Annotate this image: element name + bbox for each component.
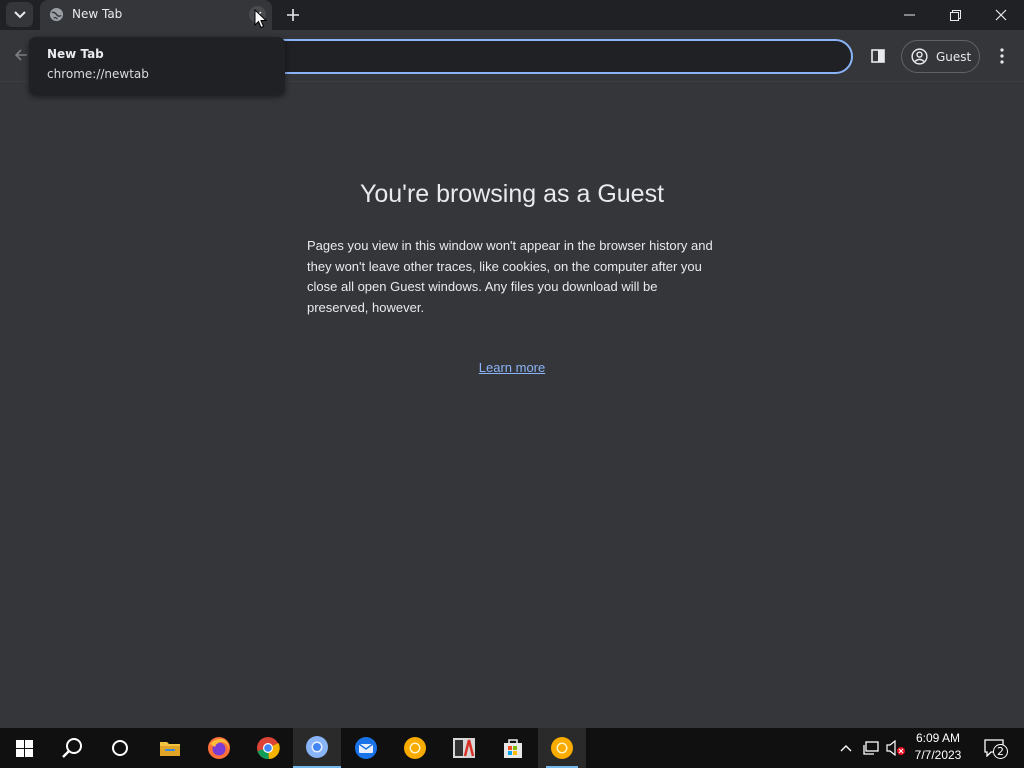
taskbar-clock[interactable]: 6:09 AM 7/7/2023: [910, 730, 966, 764]
learn-more-link-text[interactable]: Learn more: [479, 360, 545, 375]
network-tray-button[interactable]: [860, 728, 882, 768]
chrome-icon: [257, 737, 280, 760]
tab-search-button[interactable]: [6, 2, 33, 27]
chrome-canary-icon: [551, 737, 573, 759]
learn-more-link: Learn more: [0, 360, 1024, 375]
side-panel-button[interactable]: [866, 44, 890, 68]
guest-description: Pages you view in this window won't appe…: [307, 238, 713, 315]
typora-icon: [453, 738, 475, 758]
profile-button[interactable]: Guest: [901, 40, 980, 73]
taskbar-chrome-active[interactable]: [293, 728, 341, 768]
taskbar-chrome[interactable]: [244, 728, 292, 768]
hover-card-url: chrome://newtab: [47, 67, 149, 81]
cortana-icon: [112, 740, 128, 756]
hover-card-title: New Tab: [47, 47, 104, 61]
tab-title: New Tab: [72, 7, 123, 21]
thunderbird-icon: [355, 737, 377, 759]
file-explorer-icon: [160, 742, 180, 756]
menu-button[interactable]: [991, 44, 1013, 68]
taskbar-chrome-canary-running[interactable]: [538, 728, 586, 768]
volume-tray-button[interactable]: [884, 728, 908, 768]
close-icon: [995, 9, 1007, 21]
tab-strip: New Tab: [0, 0, 1024, 30]
taskbar-thunderbird[interactable]: [342, 728, 390, 768]
clock-date: 7/7/2023: [914, 748, 962, 762]
mouse-cursor-icon: [254, 9, 268, 29]
minimize-button[interactable]: [886, 0, 932, 30]
tab-new-tab[interactable]: New Tab: [40, 0, 272, 30]
firefox-icon: [208, 737, 230, 759]
start-button[interactable]: [0, 728, 48, 768]
windows-logo-icon: [15, 739, 33, 757]
chevron-up-icon: [840, 745, 852, 752]
profile-label: Guest: [936, 49, 972, 64]
taskbar-file-explorer[interactable]: [146, 728, 194, 768]
globe-icon: [49, 7, 64, 22]
taskbar-store[interactable]: [489, 728, 537, 768]
back-arrow-icon: [14, 49, 27, 61]
restore-button[interactable]: [932, 0, 978, 30]
taskbar-typora[interactable]: [440, 728, 488, 768]
new-tab-button[interactable]: [279, 1, 306, 28]
volume-muted-icon: [886, 740, 905, 756]
guest-avatar-icon: [911, 48, 928, 65]
close-window-button[interactable]: [978, 0, 1024, 30]
plus-icon: [286, 8, 299, 21]
show-hidden-icons-button[interactable]: [836, 728, 856, 768]
minimize-icon: [903, 14, 915, 16]
restore-icon: [949, 9, 961, 21]
guest-page: You're browsing as a Guest Pages you vie…: [0, 82, 1024, 728]
taskbar-chrome-canary[interactable]: [391, 728, 439, 768]
taskbar: 6:09 AM 7/7/2023 2: [0, 728, 1024, 768]
kebab-menu-icon: [1000, 48, 1004, 64]
taskbar-search-button[interactable]: [48, 728, 96, 768]
tab-hover-card: New Tab chrome://newtab: [29, 37, 285, 95]
chrome-canary-icon: [404, 737, 426, 759]
network-icon: [863, 741, 879, 755]
clock-time: 6:09 AM: [915, 731, 961, 745]
chevron-down-icon: [13, 10, 26, 18]
chrome-icon: [306, 736, 328, 758]
store-icon: [504, 739, 522, 758]
notification-center-button[interactable]: 2: [978, 728, 1010, 768]
cortana-button[interactable]: [96, 728, 144, 768]
notification-count: 2: [993, 744, 1008, 759]
side-panel-icon: [871, 49, 885, 63]
search-icon: [62, 738, 82, 758]
taskbar-firefox[interactable]: [195, 728, 243, 768]
page-title: You're browsing as a Guest: [359, 180, 665, 208]
